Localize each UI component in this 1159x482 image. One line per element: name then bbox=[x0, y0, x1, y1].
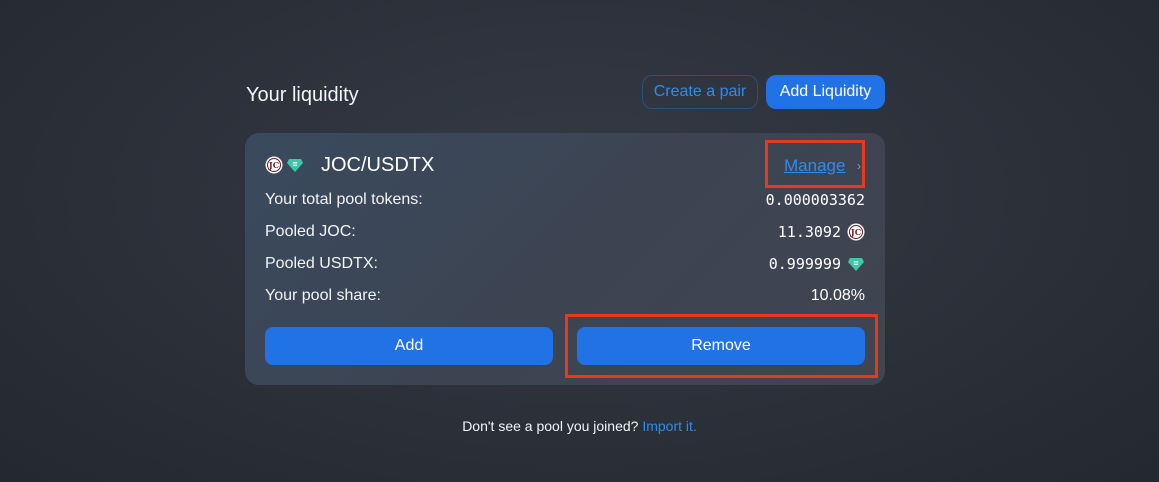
pool-row-total-tokens: Your total pool tokens: 0.000003362 bbox=[265, 191, 865, 213]
usdtx-token-icon: ≡ bbox=[848, 258, 864, 271]
chevron-right-icon: › bbox=[857, 159, 861, 173]
pool-row-pooled-usdtx: Pooled USDTX: 0.999999 ≡ bbox=[265, 255, 865, 277]
pool-card: JC ≡ JOC/USDTX Manage › Your total pool … bbox=[245, 133, 885, 385]
manage-link[interactable]: Manage bbox=[784, 156, 845, 176]
pair-icons: JC ≡ bbox=[265, 155, 305, 175]
footer-import: Don't see a pool you joined? Import it. bbox=[0, 418, 1159, 434]
total-pool-tokens-value: 0.000003362 bbox=[765, 191, 865, 209]
pair-name: JOC/USDTX bbox=[321, 154, 435, 176]
pooled-joc-value: 11.3092 bbox=[777, 223, 841, 241]
row-value: 0.000003362 bbox=[766, 191, 865, 209]
svg-text:JC: JC bbox=[850, 227, 861, 237]
import-link[interactable]: Import it. bbox=[642, 418, 696, 434]
svg-text:≡: ≡ bbox=[292, 160, 298, 168]
add-liquidity-button[interactable]: Add Liquidity bbox=[766, 75, 885, 109]
joc-token-icon: JC bbox=[847, 223, 865, 241]
footer-text: Don't see a pool you joined? bbox=[462, 418, 639, 434]
row-label: Your total pool tokens: bbox=[265, 191, 423, 208]
remove-button[interactable]: Remove bbox=[577, 327, 865, 365]
pool-share-value: 10.08% bbox=[810, 287, 865, 304]
row-value: 0.999999 ≡ bbox=[769, 255, 865, 273]
row-label: Pooled JOC: bbox=[265, 223, 356, 240]
svg-text:≡: ≡ bbox=[853, 259, 859, 267]
row-value: 10.08% bbox=[811, 287, 865, 305]
row-label: Your pool share: bbox=[265, 287, 381, 304]
create-pair-button[interactable]: Create a pair bbox=[642, 75, 758, 109]
pool-row-pooled-joc: Pooled JOC: 11.3092 JC bbox=[265, 223, 865, 245]
joc-token-icon: JC bbox=[265, 156, 283, 174]
svg-text:JC: JC bbox=[268, 160, 279, 170]
row-value: 11.3092 JC bbox=[778, 223, 865, 241]
usdtx-token-icon: ≡ bbox=[287, 159, 303, 172]
row-label: Pooled USDTX: bbox=[265, 255, 378, 272]
pooled-usdtx-value: 0.999999 bbox=[768, 255, 841, 273]
add-button[interactable]: Add bbox=[265, 327, 553, 365]
page-title: Your liquidity bbox=[246, 84, 359, 106]
pool-row-share: Your pool share: 10.08% bbox=[265, 287, 865, 309]
